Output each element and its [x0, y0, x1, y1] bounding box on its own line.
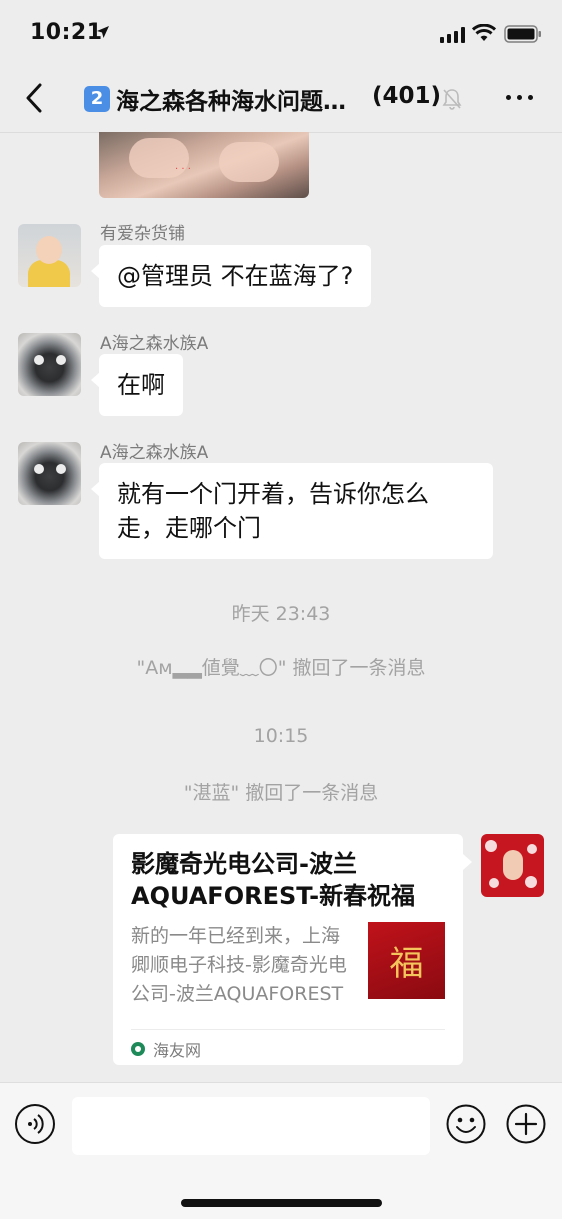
timestamp: 昨天 23:43: [231, 603, 331, 625]
card-title: 影魔奇光电公司-波兰AQUAFOREST-新春祝福: [131, 850, 416, 910]
more-options-button[interactable]: [506, 95, 536, 105]
watermark: · · ·: [175, 164, 191, 175]
emoji-button[interactable]: [446, 1104, 486, 1144]
emoji-icon: [446, 1104, 486, 1144]
card-thumbnail: 福: [368, 922, 445, 999]
group-title: 海之森各种海水问题交流群: [116, 89, 361, 115]
input-bar: [0, 1082, 562, 1219]
avatar-eye: [56, 464, 66, 474]
image-message[interactable]: · · ·: [99, 132, 309, 198]
voice-icon: [28, 1114, 44, 1134]
hand-shape: [219, 142, 279, 182]
add-button[interactable]: [506, 1104, 546, 1144]
battery-icon: [504, 25, 541, 43]
card-source: 海友网: [131, 1037, 201, 1061]
avatar-shirt: [28, 260, 70, 287]
avatar[interactable]: [18, 224, 81, 287]
chevron-left-icon: [26, 83, 42, 113]
divider: [131, 1029, 445, 1030]
muted-bell-icon: [442, 89, 462, 110]
member-count: (401): [372, 83, 442, 109]
signal-icon: [440, 27, 465, 43]
plus-icon: [506, 1104, 546, 1144]
fu-character: 福: [389, 944, 424, 984]
avatar-face: [36, 236, 62, 264]
voice-button[interactable]: [15, 1104, 55, 1144]
my-avatar[interactable]: [481, 834, 544, 897]
chat-header: 2 海之森各种海水问题交流群 (401): [0, 66, 562, 133]
group-number-badge: 2: [84, 86, 110, 112]
message-bubble[interactable]: @管理员 不在蓝海了?: [90, 245, 372, 307]
avatar-baby: [503, 850, 523, 880]
sender-name: 有爱杂货铺: [100, 224, 185, 244]
dot-icon: [517, 95, 522, 100]
avatar-eye: [56, 355, 66, 365]
source-name: 海友网: [153, 1041, 202, 1060]
card-description: 新的一年已经到来，上海卿顺电子科技-影魔奇光电公司-波兰AQUAFOREST: [131, 925, 347, 1005]
shared-link-card[interactable]: 影魔奇光电公司-波兰AQUAFOREST-新春祝福 新的一年已经到来，上海卿顺电…: [113, 834, 472, 1065]
sender-name: A海之森水族A: [100, 334, 209, 354]
source-logo-icon: [131, 1042, 145, 1056]
back-button[interactable]: [16, 78, 52, 118]
avatar-decoration: [525, 876, 537, 888]
status-bar: 10:21: [0, 0, 562, 66]
recall-notice: "湛蓝" 撤回了一条消息: [183, 782, 379, 804]
message-bubble[interactable]: 在啊: [91, 354, 183, 416]
chat-message-list[interactable]: · · · 有爱杂货铺 @管理员 不在蓝海了? A海之森水族A 在啊 A海之森水…: [0, 132, 562, 1082]
message-bubble[interactable]: 就有一个门开着，告诉你怎么走，走哪个门: [91, 463, 493, 559]
avatar-decoration: [489, 878, 499, 888]
recall-notice: "Aм▂▂値覺﹏〇" 撤回了一条消息: [136, 657, 426, 679]
dot-icon: [528, 95, 533, 100]
home-indicator[interactable]: [181, 1199, 382, 1207]
avatar-eye: [34, 355, 44, 365]
avatar-decoration: [527, 844, 537, 854]
message-input[interactable]: [72, 1097, 430, 1155]
avatar[interactable]: [18, 442, 81, 505]
sender-name: A海之森水族A: [100, 443, 209, 463]
avatar[interactable]: [18, 333, 81, 396]
timestamp: 10:15: [253, 725, 309, 747]
dot-icon: [506, 95, 511, 100]
location-arrow-icon: [97, 26, 109, 38]
avatar-eye: [34, 464, 44, 474]
avatar-decoration: [485, 840, 497, 852]
wifi-icon: [472, 24, 496, 41]
status-time: 10:21: [30, 20, 103, 45]
